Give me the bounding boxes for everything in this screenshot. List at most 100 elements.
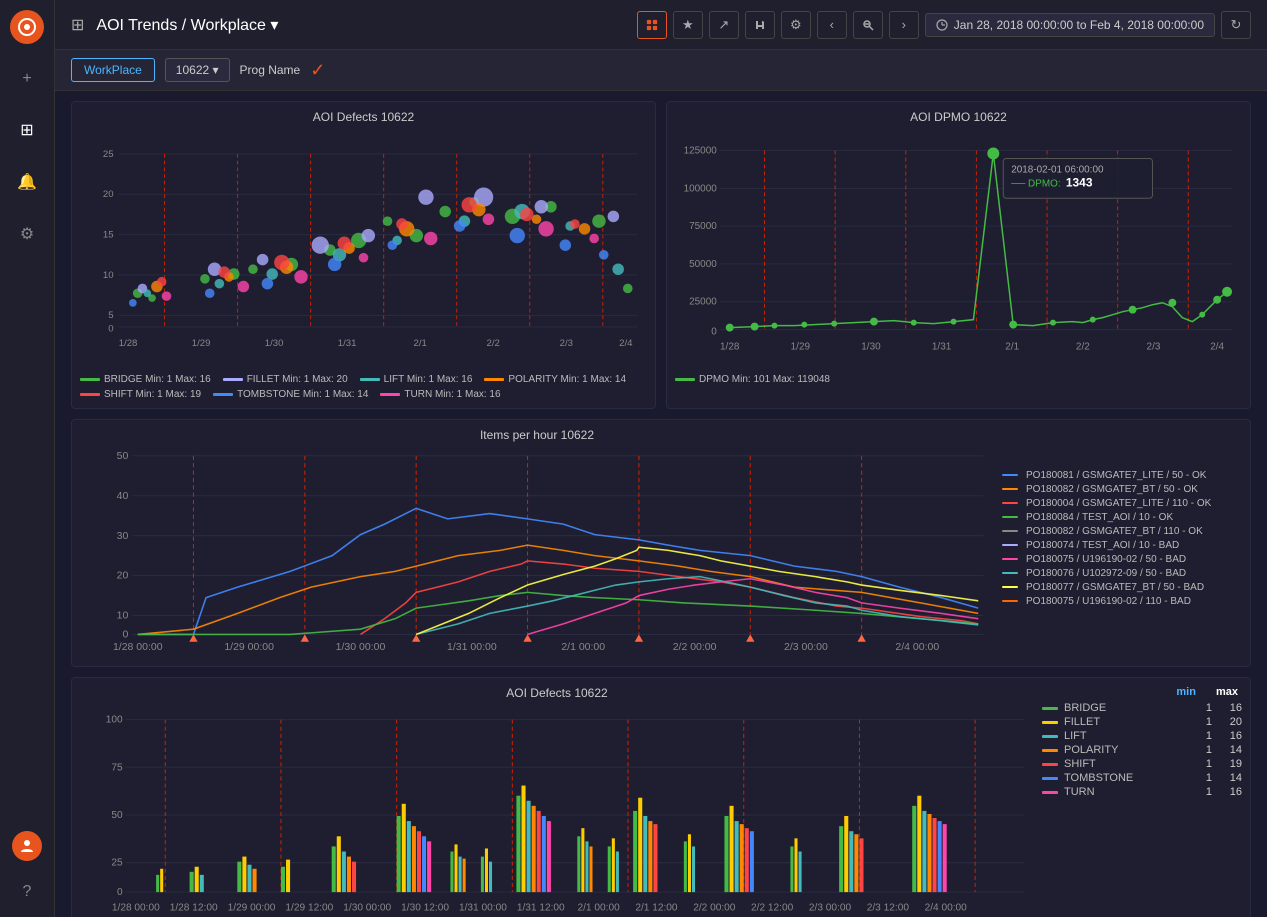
sidebar-add-icon[interactable]: +	[16, 64, 37, 94]
share-btn[interactable]: ↗	[709, 11, 739, 39]
svg-text:10: 10	[117, 610, 129, 622]
legend-lift: LIFT 1 16	[1042, 730, 1242, 742]
svg-text:2/2 00:00: 2/2 00:00	[673, 641, 717, 653]
svg-text:10: 10	[103, 270, 114, 281]
sidebar-bell-icon[interactable]: 🔔	[11, 166, 43, 198]
aoi-defects-legend: BRIDGE Min: 1 Max: 16 FILLET Min: 1 Max:…	[80, 374, 647, 400]
aoi-defects-chart: AOI Defects 10622 25 20 15 10 5 0	[71, 101, 656, 409]
svg-text:100: 100	[106, 715, 123, 726]
items-chart-left: Items per hour 10622 50 40 30 20 10 0	[80, 428, 994, 658]
svg-text:1/30 00:00: 1/30 00:00	[343, 902, 391, 913]
items-svg: 50 40 30 20 10 0 1/28 00:00 1/29 00:00 1…	[80, 448, 994, 658]
svg-text:20: 20	[103, 189, 114, 200]
svg-text:0: 0	[117, 887, 123, 898]
svg-text:5: 5	[108, 310, 113, 321]
aoi-defects-bottom-chart: AOI Defects 10622 100 75 50 25 0 1/28 00…	[71, 677, 1251, 917]
sidebar: + ⊞ 🔔 ⚙ ?	[0, 0, 55, 917]
svg-text:1/29 00:00: 1/29 00:00	[224, 641, 274, 653]
legend-header: min max	[1042, 686, 1242, 698]
legend-turn: TURN 1 16	[1042, 786, 1242, 798]
top-charts-row: AOI Defects 10622 25 20 15 10 5 0	[71, 101, 1251, 409]
svg-text:── DPMO:: ── DPMO:	[1010, 178, 1060, 189]
svg-text:25: 25	[111, 858, 123, 869]
aoi-dpmo-chart: AOI DPMO 10622 125000 100000 75000 50000…	[666, 101, 1251, 409]
zoom-btn[interactable]	[853, 11, 883, 39]
sidebar-help-icon[interactable]: ?	[17, 877, 38, 907]
svg-text:1/31 00:00: 1/31 00:00	[459, 902, 507, 913]
dashboard-btn[interactable]	[637, 11, 667, 39]
svg-text:2/3 00:00: 2/3 00:00	[784, 641, 828, 653]
svg-text:1/30 12:00: 1/30 12:00	[401, 902, 449, 913]
prog-name-btn[interactable]: Prog Name	[240, 63, 301, 77]
bottom-defects-svg: 100 75 50 25 0 1/28 00:00 1/28 12:00 1/2…	[80, 706, 1034, 917]
svg-text:40: 40	[117, 490, 129, 502]
svg-text:2/1 00:00: 2/1 00:00	[561, 641, 605, 653]
bottom-chart-left: AOI Defects 10622 100 75 50 25 0 1/28 00…	[80, 686, 1034, 917]
svg-text:1/31: 1/31	[932, 341, 952, 352]
svg-text:1/28 12:00: 1/28 12:00	[170, 902, 218, 913]
svg-text:1/28 00:00: 1/28 00:00	[112, 902, 160, 913]
svg-text:2/3: 2/3	[560, 338, 573, 349]
time-range-display[interactable]: Jan 28, 2018 00:00:00 to Feb 4, 2018 00:…	[925, 13, 1215, 37]
aoi-defects-svg: 25 20 15 10 5 0 1/28 1/29 1/30 1/31 2/1 …	[80, 130, 647, 370]
star-btn[interactable]: ★	[673, 11, 703, 39]
workplace-tab[interactable]: WorkPlace	[71, 58, 155, 82]
legend-fillet: FILLET 1 20	[1042, 716, 1242, 728]
check-button[interactable]: ✓	[310, 60, 325, 81]
legend-shift: SHIFT 1 19	[1042, 758, 1242, 770]
svg-text:1/28: 1/28	[119, 338, 138, 349]
user-avatar[interactable]	[12, 831, 42, 861]
charts-area: AOI Defects 10622 25 20 15 10 5 0	[55, 91, 1267, 917]
svg-text:1343: 1343	[1066, 175, 1093, 189]
svg-text:2/4: 2/4	[619, 338, 633, 349]
page-title[interactable]: AOI Trends / Workplace ▾	[96, 15, 624, 35]
aoi-dpmo-legend: DPMO Min: 101 Max: 119048	[675, 374, 1242, 385]
svg-text:2/1: 2/1	[414, 338, 427, 349]
svg-text:2/1 00:00: 2/1 00:00	[577, 902, 620, 913]
svg-text:1/29: 1/29	[791, 341, 811, 352]
sidebar-dashboard-icon[interactable]: ⊞	[14, 114, 39, 146]
svg-text:50: 50	[111, 810, 123, 821]
header: ⊞ AOI Trends / Workplace ▾ ★ ↗ ⚙ ‹ ›	[55, 0, 1267, 50]
legend-bridge: BRIDGE 1 16	[1042, 702, 1242, 714]
svg-text:1/30 00:00: 1/30 00:00	[336, 641, 386, 653]
svg-text:1/29 12:00: 1/29 12:00	[285, 902, 333, 913]
svg-text:1/31 12:00: 1/31 12:00	[517, 902, 565, 913]
next-btn[interactable]: ›	[889, 11, 919, 39]
aoi-dpmo-svg: 125000 100000 75000 50000 25000 0 1/28 1…	[675, 130, 1242, 370]
svg-text:15: 15	[103, 230, 114, 241]
main-content: ⊞ AOI Trends / Workplace ▾ ★ ↗ ⚙ ‹ ›	[55, 0, 1267, 917]
svg-text:1/31: 1/31	[338, 338, 357, 349]
svg-text:75: 75	[111, 762, 123, 773]
prev-btn[interactable]: ‹	[817, 11, 847, 39]
id-dropdown[interactable]: 10622 ▾	[165, 58, 230, 82]
svg-text:25: 25	[103, 149, 114, 160]
bottom-defects-title: AOI Defects 10622	[80, 686, 1034, 700]
aoi-defects-title: AOI Defects 10622	[80, 110, 647, 124]
items-title: Items per hour 10622	[80, 428, 994, 442]
svg-text:75000: 75000	[689, 221, 717, 232]
app-logo[interactable]	[10, 10, 44, 44]
svg-text:0: 0	[108, 324, 113, 335]
svg-text:2/2: 2/2	[1076, 341, 1090, 352]
svg-text:1/30: 1/30	[265, 338, 284, 349]
save-btn[interactable]	[745, 11, 775, 39]
items-per-hour-chart: Items per hour 10622 50 40 30 20 10 0	[71, 419, 1251, 667]
svg-text:2/1 12:00: 2/1 12:00	[635, 902, 678, 913]
svg-text:2/2 12:00: 2/2 12:00	[751, 902, 794, 913]
header-grid-icon: ⊞	[71, 15, 84, 35]
svg-text:50000: 50000	[689, 259, 717, 270]
svg-text:1/31 00:00: 1/31 00:00	[447, 641, 497, 653]
svg-text:2/4 00:00: 2/4 00:00	[925, 902, 968, 913]
svg-text:1/29: 1/29	[192, 338, 211, 349]
svg-text:30: 30	[117, 530, 129, 542]
refresh-btn[interactable]: ↻	[1221, 11, 1251, 39]
svg-text:1/29 00:00: 1/29 00:00	[228, 902, 276, 913]
settings-btn[interactable]: ⚙	[781, 11, 811, 39]
header-actions: ★ ↗ ⚙ ‹ › Jan 28, 2018 00:00:00 to Feb 4…	[637, 11, 1251, 39]
svg-text:2/2: 2/2	[487, 338, 500, 349]
sidebar-gear-icon[interactable]: ⚙	[14, 218, 40, 250]
legend-tombstone: TOMBSTONE 1 14	[1042, 772, 1242, 784]
svg-text:2/2 00:00: 2/2 00:00	[693, 902, 736, 913]
svg-text:125000: 125000	[684, 146, 718, 157]
